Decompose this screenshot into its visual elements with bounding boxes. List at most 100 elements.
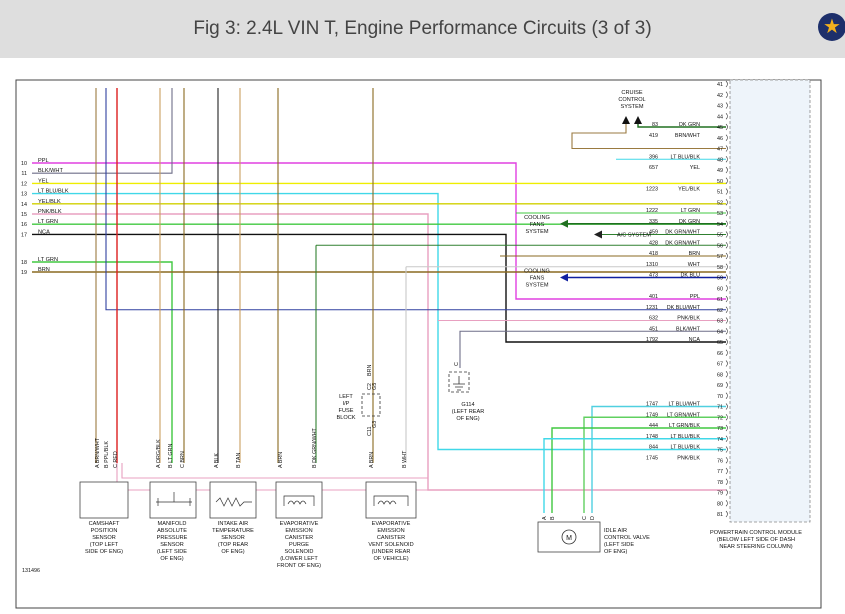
pcm-pin-number: 42 xyxy=(717,93,723,99)
vent-label: EVAPORATIVE xyxy=(372,521,411,527)
pcm-wire-color: LT BLU/WHT xyxy=(668,402,700,408)
vent-pin-label: B WHT xyxy=(402,450,408,468)
pcm-circuit-number: 419 xyxy=(649,133,658,139)
left-pin-number: 19 xyxy=(21,270,27,276)
pcm-circuit-number: 1223 xyxy=(646,187,658,193)
pcm-wire-color: DK GRN/WHT xyxy=(665,230,700,236)
vent-pin-label: A BRN xyxy=(369,452,375,468)
pcm-wire-color: DK BLU/WHT xyxy=(667,305,701,311)
cooling-fans-label: COOLING xyxy=(524,215,550,221)
iac-pin-label: B xyxy=(550,516,556,520)
pcm-pin-number: 73 xyxy=(717,426,723,432)
pcm-pin-number: 66 xyxy=(717,351,723,357)
pcm-circuit-number: 451 xyxy=(649,326,658,332)
cooling-fans-label-2: SYSTEM xyxy=(525,283,548,289)
pcm-pin-number: 80 xyxy=(717,501,723,507)
left-pin-number: 16 xyxy=(21,222,27,228)
left-pin-label: LT GRN xyxy=(38,257,58,263)
map-label: MANIFOLD xyxy=(158,521,187,527)
left-pin-label: PPL xyxy=(38,158,49,164)
iat-pin-label: B TAN xyxy=(236,453,242,468)
left-pin-label: YEL/BLK xyxy=(38,199,61,205)
camshaft-label: SENSOR xyxy=(92,535,116,541)
map-label: ABSOLUTE xyxy=(157,528,187,534)
pcm-circuit-number: 401 xyxy=(649,294,658,300)
vent-label: VENT SOLENOID xyxy=(368,542,413,548)
pcm-pin-number: 54 xyxy=(717,222,723,228)
pcm-wire-color: LT BLU/BLK xyxy=(671,154,701,160)
iat-label: (TOP REAR xyxy=(218,542,248,548)
pcm-label: POWERTRAIN CONTROL MODULE xyxy=(710,530,802,536)
map-pin-label: B LT GRN xyxy=(168,444,174,468)
figure-id: 131496 xyxy=(22,568,40,574)
star-icon[interactable]: ★ xyxy=(818,13,845,41)
purge-label: (LOWER LEFT xyxy=(280,556,318,562)
motor-symbol: M xyxy=(566,535,572,542)
ground-label: G114 xyxy=(461,402,474,408)
purge-label: EVAPORATIVE xyxy=(280,521,319,527)
iac-label: CONTROL VALVE xyxy=(604,535,650,541)
ac-system-label: A/C SYSTEM xyxy=(617,233,651,239)
pcm-pin-number: 70 xyxy=(717,394,723,400)
pcm-circuit-number: 1231 xyxy=(646,305,658,311)
left-pin-number: 18 xyxy=(21,260,27,266)
purge-solenoid xyxy=(275,481,323,519)
pcm-pin-number: 61 xyxy=(717,297,723,303)
left-pin-label: NCA xyxy=(38,229,50,235)
map-label: (LEFT SIDE xyxy=(157,549,187,555)
pcm-pin-number: 67 xyxy=(717,362,723,368)
pcm-pin-number: 69 xyxy=(717,383,723,389)
fuse-block-label: LEFT xyxy=(339,394,353,400)
left-pin-number: 10 xyxy=(21,161,27,167)
pcm-pin-number: 81 xyxy=(717,512,723,518)
camshaft-label: (TOP LEFT xyxy=(90,542,119,548)
pcm-wire-color: PNK/BLK xyxy=(677,455,700,461)
pcm-circuit-number: 1745 xyxy=(646,455,658,461)
pcm-pin-number: 64 xyxy=(717,329,723,335)
purge-pin-label: B DK GRN/WHT xyxy=(312,427,318,468)
left-pin-label: LT GRN xyxy=(38,219,58,225)
pcm-pin-number: 52 xyxy=(717,200,723,206)
pcm-pin-number: 49 xyxy=(717,168,723,174)
pcm-circuit-number: 1310 xyxy=(646,262,658,268)
camshaft-label: POSITION xyxy=(91,528,118,534)
fuse-block-label: BLOCK xyxy=(337,415,356,421)
pcm-wire-color: DK GRN/WHT xyxy=(665,240,700,246)
pcm-pin-number: 47 xyxy=(717,147,723,153)
pcm-pin-number: 58 xyxy=(717,265,723,271)
left-pin-number: 12 xyxy=(21,181,27,187)
pcm-pin-number: 48 xyxy=(717,157,723,163)
iac-label: IDLE AIR xyxy=(604,528,627,534)
pcm-circuit-number: 428 xyxy=(649,240,658,246)
camshaft-pin-label: A BRN/WHT xyxy=(95,437,101,468)
page-title: Fig 3: 2.4L VIN T, Engine Performance Ci… xyxy=(193,18,652,39)
cooling-fans-label: SYSTEM xyxy=(525,229,548,235)
pcm-pin-number: 59 xyxy=(717,276,723,282)
pcm-pin-number: 78 xyxy=(717,480,723,486)
pcm-circuit-number: 1222 xyxy=(646,208,658,214)
pcm-wire-color: LT BLU/BLK xyxy=(671,445,701,451)
left-pin-label: LT BLU/BLK xyxy=(38,189,69,195)
camshaft-pin-label: C RED xyxy=(113,451,119,468)
pcm-pin-number: 41 xyxy=(717,82,723,88)
purge-label: PURGE xyxy=(289,542,309,548)
iat-pin-label: A BLK xyxy=(214,453,220,468)
pcm-wire-color: WHT xyxy=(688,262,701,268)
cruise-control-label: CONTROL xyxy=(618,97,645,103)
iat-label: OF ENG) xyxy=(221,549,244,555)
pcm-circuit-number: 396 xyxy=(649,154,658,160)
pcm-circuit-number: 418 xyxy=(649,251,658,257)
left-pin-label: BLK/WHT xyxy=(38,168,63,174)
pcm-pin-number: 45 xyxy=(717,125,723,131)
iat-sensor xyxy=(209,481,257,519)
cruise-control-label: SYSTEM xyxy=(620,104,643,110)
fuse-block-label: I/P xyxy=(343,401,350,407)
left-pin-number: 14 xyxy=(21,202,27,208)
pcm-wire-color: NCA xyxy=(689,337,701,343)
pcm-circuit-number: 632 xyxy=(649,316,658,322)
cooling-fans-label-2: COOLING xyxy=(524,269,550,275)
pcm-pin-number: 57 xyxy=(717,254,723,260)
purge-label: FRONT OF ENG) xyxy=(277,563,321,569)
purge-pin-label: A BRN xyxy=(278,452,284,468)
left-pin-label: YEL xyxy=(38,178,49,184)
